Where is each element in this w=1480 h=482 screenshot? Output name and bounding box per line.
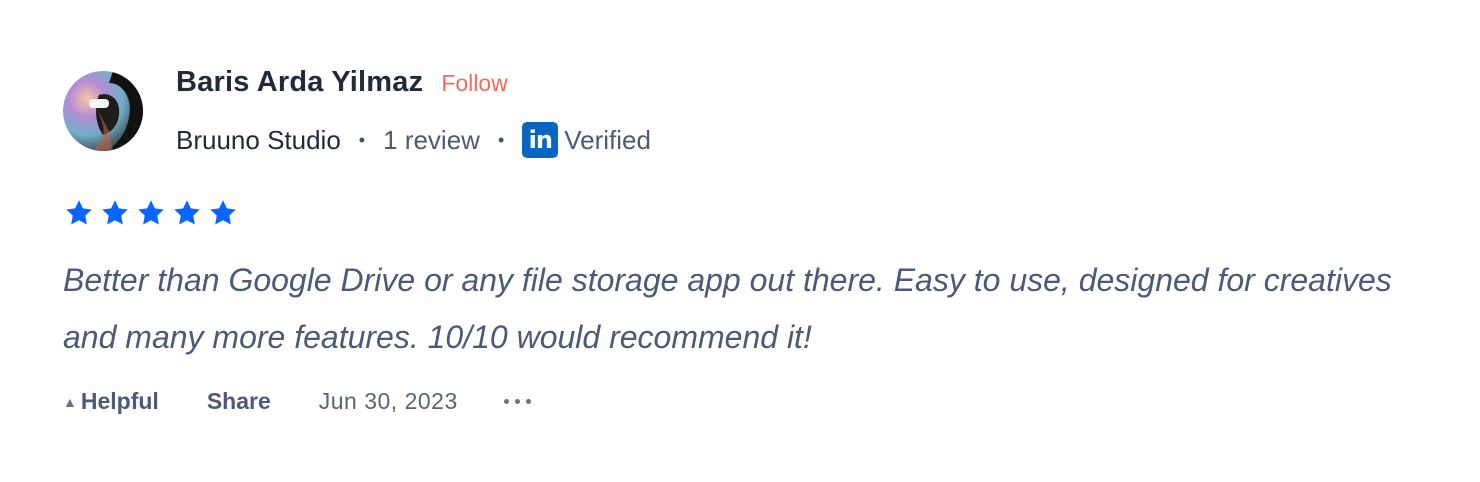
star-icon <box>210 200 236 225</box>
follow-button[interactable]: Follow <box>441 70 507 97</box>
avatar[interactable] <box>63 71 143 151</box>
share-button[interactable]: Share <box>207 388 271 415</box>
star-rating <box>63 198 239 228</box>
avatar-image <box>63 71 143 151</box>
review-card: Baris Arda Yilmaz Follow Bruuno Studio •… <box>0 0 1480 482</box>
more-dot <box>503 399 509 404</box>
star-icon <box>102 200 128 225</box>
helpful-button[interactable]: ▲ Helpful <box>63 388 159 415</box>
author-meta: Bruuno Studio • 1 review • in Verified <box>176 122 651 158</box>
linkedin-icon: in <box>522 122 559 158</box>
review-actions: ▲ Helpful Share Jun 30, 2023 <box>63 388 531 415</box>
star-icon <box>138 200 164 225</box>
helpful-label: Helpful <box>80 388 159 414</box>
review-date: Jun 30, 2023 <box>318 388 458 414</box>
review-text: Better than Google Drive or any file sto… <box>63 262 1392 355</box>
star-icon <box>174 200 200 225</box>
separator-dot: • <box>497 129 505 150</box>
verified-label: Verified <box>564 124 651 155</box>
more-dot <box>525 399 531 404</box>
author-name[interactable]: Baris Arda Yilmaz <box>176 66 423 99</box>
star-icon <box>66 200 92 225</box>
author-header: Baris Arda Yilmaz Follow <box>176 66 508 99</box>
author-company: Bruuno Studio <box>176 124 341 155</box>
separator-dot: • <box>358 129 366 150</box>
more-dot <box>514 399 520 404</box>
review-count[interactable]: 1 review <box>383 125 480 156</box>
upvote-icon: ▲ <box>63 393 77 410</box>
more-options-icon[interactable] <box>503 399 531 404</box>
